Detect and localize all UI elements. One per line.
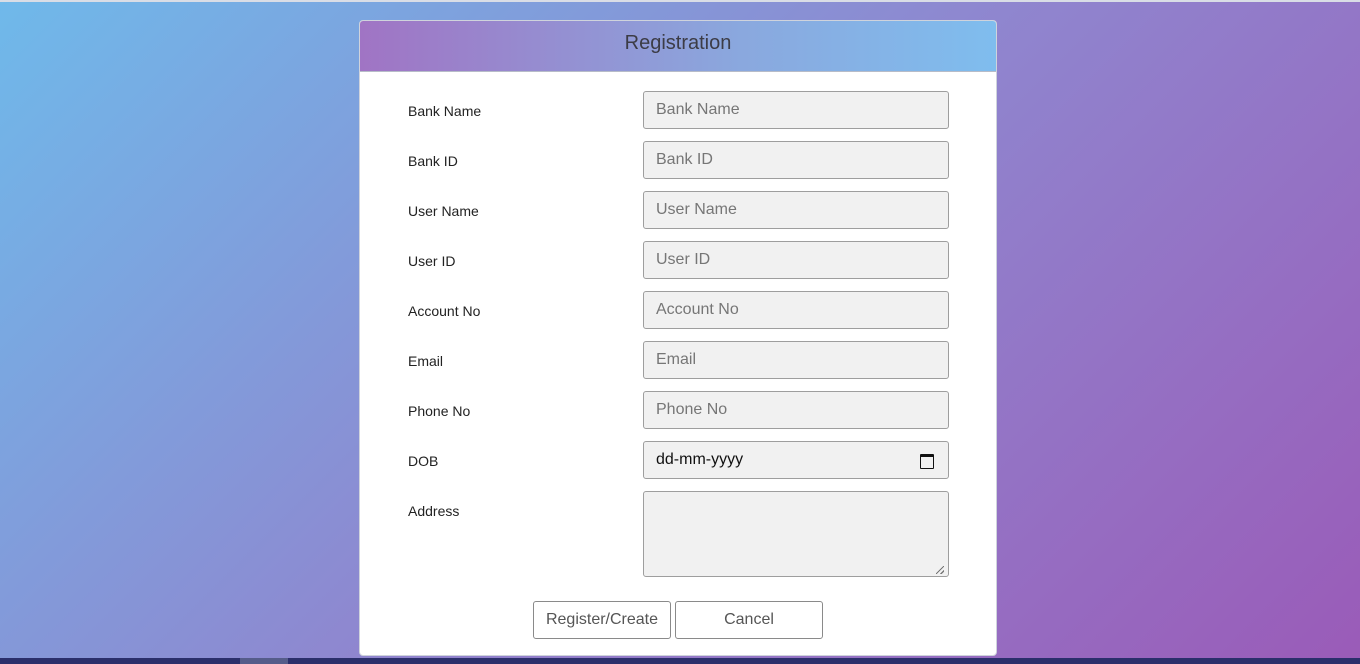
user-id-label: User ID — [408, 253, 456, 269]
account-no-input[interactable] — [643, 291, 949, 329]
cancel-button[interactable]: Cancel — [675, 601, 823, 639]
row-phone-no: Phone No — [360, 391, 996, 429]
resize-grip-icon[interactable] — [936, 566, 944, 574]
email-input[interactable] — [643, 341, 949, 379]
dob-input[interactable]: dd-mm-yyyy — [643, 441, 949, 479]
bottom-bar-segment — [240, 658, 288, 664]
row-address: Address — [360, 491, 996, 577]
card-header: Registration — [360, 21, 996, 72]
address-label: Address — [408, 503, 460, 519]
row-user-id: User ID — [360, 241, 996, 279]
row-dob: DOB dd-mm-yyyy — [360, 441, 996, 479]
dob-label: DOB — [408, 453, 439, 469]
bank-id-label: Bank ID — [408, 153, 458, 169]
row-account-no: Account No — [360, 291, 996, 329]
dob-value: dd-mm-yyyy — [656, 451, 744, 468]
email-label: Email — [408, 353, 444, 369]
bank-id-input[interactable] — [643, 141, 949, 179]
phone-no-label: Phone No — [408, 403, 471, 419]
address-textarea[interactable] — [643, 491, 949, 577]
form-title: Registration — [624, 31, 732, 54]
row-bank-name: Bank Name — [360, 91, 996, 129]
user-name-label: User Name — [408, 203, 479, 219]
row-email: Email — [360, 341, 996, 379]
bank-name-input[interactable] — [643, 91, 949, 129]
bottom-bar — [0, 658, 1360, 664]
top-border — [0, 0, 1360, 2]
registration-card: Registration Bank Name Bank ID User Name… — [359, 20, 997, 656]
register-button[interactable]: Register/Create — [533, 601, 671, 639]
row-bank-id: Bank ID — [360, 141, 996, 179]
bank-name-label: Bank Name — [408, 103, 482, 119]
user-id-input[interactable] — [643, 241, 949, 279]
account-no-label: Account No — [408, 303, 481, 319]
phone-no-input[interactable] — [643, 391, 949, 429]
calendar-icon[interactable] — [920, 453, 934, 469]
user-name-input[interactable] — [643, 191, 949, 229]
row-user-name: User Name — [360, 191, 996, 229]
